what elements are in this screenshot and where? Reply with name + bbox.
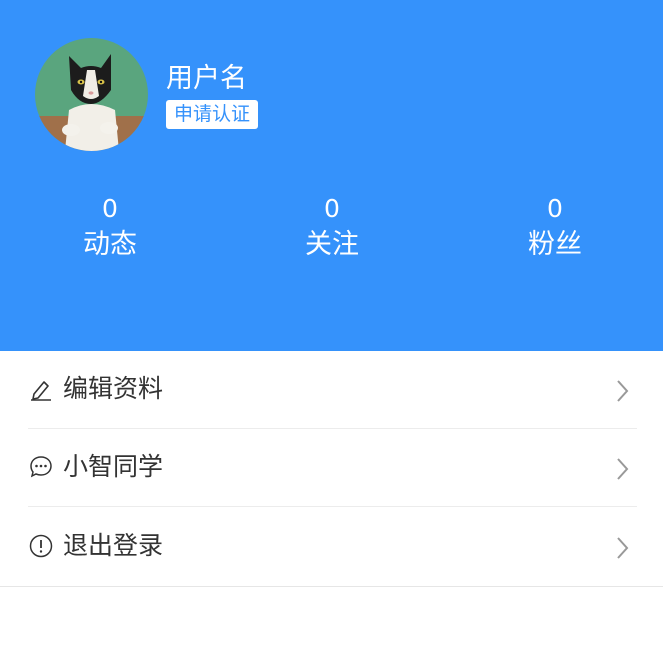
stat-count: 0 [547,194,563,223]
menu-item-edit-profile[interactable]: 编辑资料 [0,351,663,429]
profile-header: 用户名 申请认证 0 动态 0 关注 0 粉丝 [0,0,663,351]
menu-item-logout[interactable]: 退出登录 [0,508,663,586]
chat-bubble-icon [30,456,52,478]
stat-label: 粉丝 [528,229,582,260]
menu-divider [28,506,637,507]
settings-menu: 编辑资料 小智同学 退出登录 [0,351,663,587]
username: 用户名 [166,63,247,94]
cat-avatar-icon [35,38,148,151]
stat-label: 动态 [83,229,137,260]
menu-item-xiaozhi[interactable]: 小智同学 [0,429,663,507]
stat-count: 0 [324,194,340,223]
menu-item-label: 编辑资料 [63,374,164,403]
chevron-right-icon [617,458,629,480]
apply-verification-button[interactable]: 申请认证 [166,100,259,129]
menu-item-label: 小智同学 [63,452,164,481]
exclamation-circle-icon [29,534,53,558]
chevron-right-icon [617,380,629,402]
stat-posts[interactable]: 0 动态 [50,193,170,263]
avatar[interactable] [35,38,148,151]
stat-count: 0 [102,194,118,223]
menu-item-label: 退出登录 [63,531,164,560]
stat-following[interactable]: 0 关注 [272,193,392,263]
stat-label: 关注 [305,229,359,260]
chevron-right-icon [617,537,629,559]
stat-followers[interactable]: 0 粉丝 [495,193,615,263]
edit-pencil-icon [31,381,51,401]
